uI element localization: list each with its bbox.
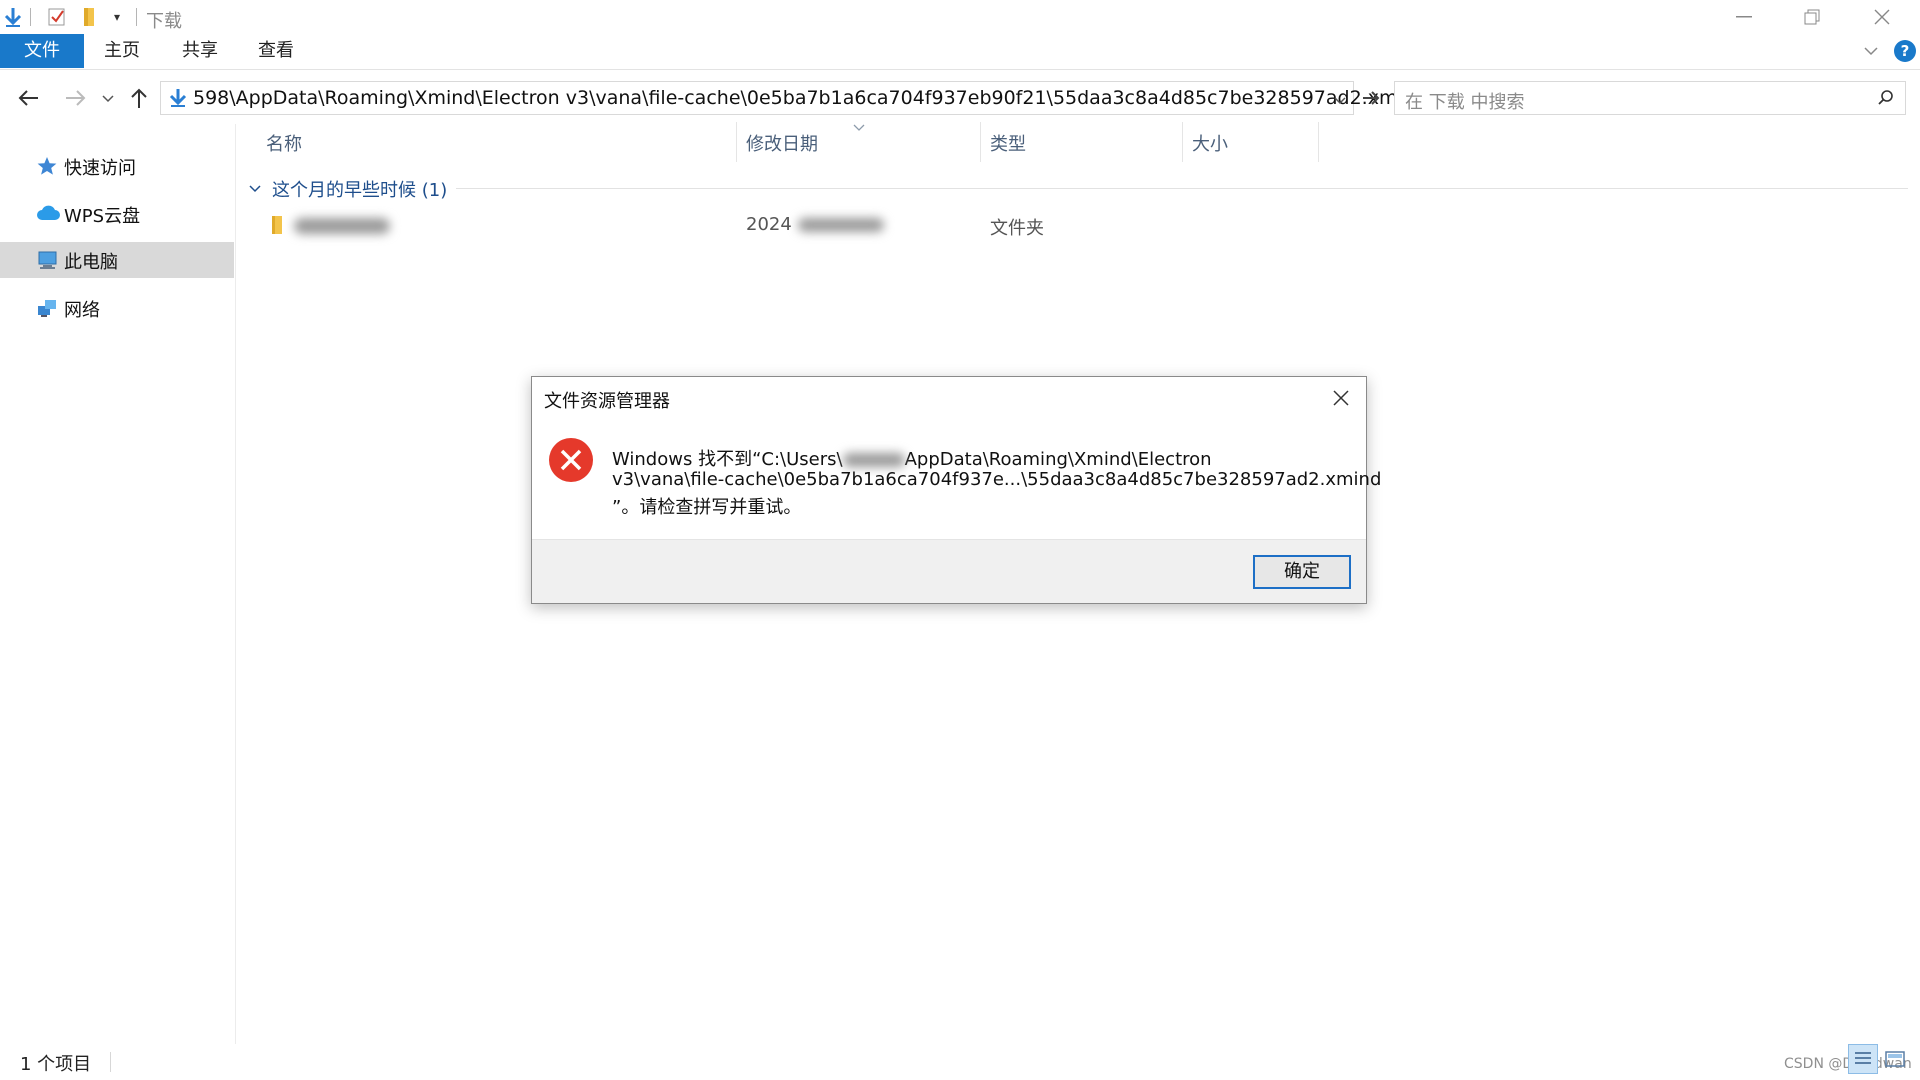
dialog-message-line-1: Windows 找不到“C:\Users\ AppData\Roaming\Xmi… <box>612 445 1212 471</box>
cloud-icon <box>36 204 60 224</box>
minimize-icon[interactable] <box>1710 0 1778 34</box>
computer-icon <box>36 250 58 270</box>
column-divider[interactable] <box>1182 122 1183 162</box>
sidebar-item-wps-cloud[interactable]: WPS云盘 <box>0 196 234 232</box>
error-dialog: 文件资源管理器 Windows 找不到“C:\Users\ AppData\Roa… <box>531 376 1381 604</box>
tab-view[interactable]: 查看 <box>248 34 304 68</box>
error-icon <box>548 437 594 483</box>
ribbon-tabs: 文件 主页 共享 查看 ? <box>0 34 1920 70</box>
dialog-close-icon[interactable] <box>1326 383 1356 413</box>
column-header-name[interactable]: 名称 <box>266 130 302 156</box>
column-header-type[interactable]: 类型 <box>990 130 1026 156</box>
help-icon[interactable]: ? <box>1894 40 1916 62</box>
column-divider[interactable] <box>980 122 981 162</box>
up-arrow-icon[interactable] <box>126 82 152 114</box>
navigation-pane: 快速访问 WPS云盘 此电脑 网络 <box>0 124 236 1044</box>
star-icon <box>36 156 58 176</box>
restore-icon[interactable] <box>1778 0 1846 34</box>
sort-chevron-icon <box>852 118 866 137</box>
search-box[interactable]: 在 下载 中搜索 <box>1394 81 1906 115</box>
file-name-redacted <box>294 218 390 234</box>
message-text: Windows 找不到“C:\Users\ <box>612 449 843 470</box>
network-icon <box>36 298 58 318</box>
download-arrow-icon[interactable] <box>2 6 24 28</box>
go-arrow-icon[interactable] <box>1356 82 1386 114</box>
new-folder-icon[interactable] <box>78 6 100 28</box>
tab-file[interactable]: 文件 <box>0 34 84 68</box>
sidebar-item-network[interactable]: 网络 <box>0 290 234 326</box>
sidebar-item-label: 此电脑 <box>64 252 118 273</box>
recent-locations-chevron-icon[interactable] <box>98 82 118 114</box>
title-bar: ▾ 下载 <box>0 0 1920 34</box>
address-dropdown-chevron-icon[interactable] <box>1333 92 1347 111</box>
sidebar-item-quick-access[interactable]: 快速访问 <box>0 148 234 184</box>
divider <box>110 1052 111 1072</box>
file-date-redacted <box>797 218 884 232</box>
status-item-count: 1 个项目 <box>20 1054 92 1075</box>
username-redacted <box>842 453 905 467</box>
dialog-footer: 确定 <box>532 539 1366 603</box>
column-divider[interactable] <box>1318 122 1319 162</box>
file-date: 2024 <box>746 214 884 235</box>
message-text: AppData\Roaming\Xmind\Electron <box>904 449 1212 470</box>
file-date-year: 2024 <box>746 214 792 235</box>
ok-button[interactable]: 确定 <box>1253 555 1351 589</box>
large-icons-view-icon[interactable] <box>1884 1048 1908 1072</box>
group-divider <box>456 188 1908 189</box>
file-type: 文件夹 <box>990 218 1044 239</box>
window-title: 下载 <box>146 11 182 32</box>
dialog-message-line-2: v3\vana\file-cache\0e5ba7b1a6ca704f937e.… <box>612 469 1382 490</box>
group-header[interactable]: 这个月的早些时候 (1) <box>272 176 447 202</box>
address-path[interactable]: 598\AppData\Roaming\Xmind\Electron v3\va… <box>193 87 1427 109</box>
sidebar-item-this-pc[interactable]: 此电脑 <box>0 242 234 278</box>
divider <box>30 8 31 26</box>
column-header-size[interactable]: 大小 <box>1192 130 1228 156</box>
dialog-title: 文件资源管理器 <box>544 391 670 412</box>
divider <box>136 8 137 26</box>
address-bar[interactable]: 598\AppData\Roaming\Xmind\Electron v3\va… <box>160 81 1427 115</box>
sidebar-item-label: WPS云盘 <box>64 206 141 227</box>
folder-icon <box>270 214 284 240</box>
search-icon[interactable] <box>1877 89 1895 111</box>
sidebar-item-label: 快速访问 <box>64 158 136 179</box>
properties-checkmark-icon[interactable] <box>46 6 68 28</box>
dialog-message-line-3: ”。请检查拼写并重试。 <box>612 497 802 518</box>
search-placeholder[interactable]: 在 下载 中搜索 <box>1405 88 1524 114</box>
tab-share[interactable]: 共享 <box>172 34 228 68</box>
details-view-icon[interactable] <box>1848 1044 1878 1074</box>
column-divider[interactable] <box>736 122 737 162</box>
back-arrow-icon[interactable] <box>14 82 44 114</box>
expand-ribbon-chevron-icon[interactable] <box>1862 42 1880 60</box>
navigation-bar: 598\AppData\Roaming\Xmind\Electron v3\va… <box>0 76 1920 120</box>
close-icon[interactable] <box>1848 0 1916 34</box>
download-folder-icon <box>169 87 187 113</box>
group-collapse-chevron-icon[interactable] <box>248 180 262 199</box>
forward-arrow-icon[interactable] <box>60 82 90 114</box>
customize-dropdown-icon[interactable]: ▾ <box>106 6 128 28</box>
sidebar-item-label: 网络 <box>64 300 100 321</box>
tab-home[interactable]: 主页 <box>94 34 150 68</box>
column-header-date-modified[interactable]: 修改日期 <box>746 130 818 156</box>
